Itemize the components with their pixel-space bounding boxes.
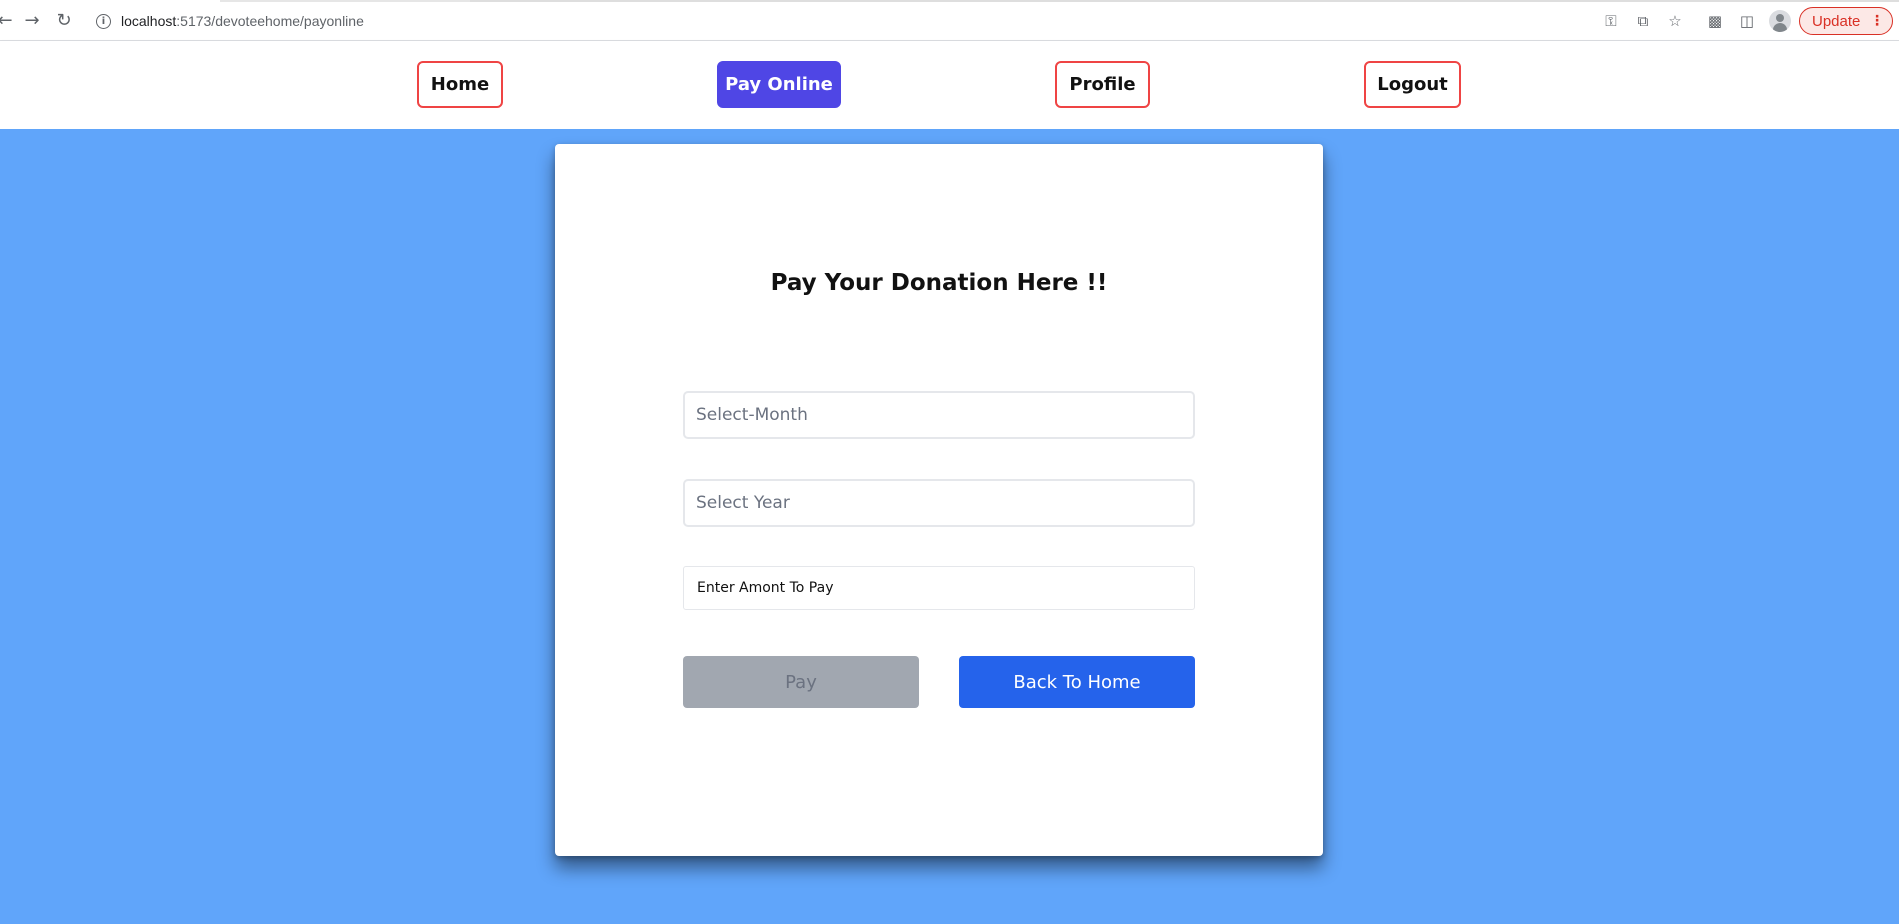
amount-input[interactable] <box>683 566 1195 610</box>
app-navbar: Home Pay Online Profile Logout <box>0 41 1899 129</box>
page-title: Pay Your Donation Here !! <box>770 270 1108 296</box>
url-path: :5173/devoteehome/payonline <box>176 13 364 29</box>
nav-logout-button[interactable]: Logout <box>1364 61 1461 108</box>
forward-arrow-icon[interactable]: → <box>19 8 45 34</box>
side-panel-icon[interactable]: ◫ <box>1734 8 1760 34</box>
reload-icon[interactable]: ↻ <box>51 8 77 34</box>
share-icon[interactable]: ⧉ <box>1630 8 1656 34</box>
browser-toolbar: ← → ↻ i localhost :5173/devoteehome/payo… <box>0 0 1899 41</box>
nav-pay-online-button[interactable]: Pay Online <box>717 61 841 108</box>
tab-strip <box>220 0 470 2</box>
site-info-icon[interactable]: i <box>96 13 111 29</box>
profile-avatar-icon[interactable] <box>1769 10 1791 32</box>
back-arrow-icon[interactable]: ← <box>0 8 18 34</box>
page-background: Pay Your Donation Here !! Pay Back To Ho… <box>0 129 1899 924</box>
address-bar[interactable]: i localhost :5173/devoteehome/payonline <box>96 8 364 34</box>
update-label: Update <box>1812 12 1861 30</box>
more-menu-icon[interactable]: ⋮ <box>1870 12 1884 30</box>
pay-button[interactable]: Pay <box>683 656 919 708</box>
key-icon[interactable]: ⚿ <box>1598 8 1624 34</box>
donation-card: Pay Your Donation Here !! Pay Back To Ho… <box>555 144 1323 856</box>
back-to-home-button[interactable]: Back To Home <box>959 656 1195 708</box>
update-button[interactable]: Update ⋮ <box>1799 7 1893 35</box>
url-host: localhost <box>121 13 177 29</box>
year-select-input[interactable] <box>683 479 1195 527</box>
nav-profile-button[interactable]: Profile <box>1055 61 1150 108</box>
tab-strip-bar <box>470 0 1899 2</box>
nav-home-button[interactable]: Home <box>417 61 503 108</box>
extensions-puzzle-icon[interactable]: ▩ <box>1702 8 1728 34</box>
month-select-input[interactable] <box>683 391 1195 439</box>
bookmark-star-icon[interactable]: ☆ <box>1662 8 1688 34</box>
